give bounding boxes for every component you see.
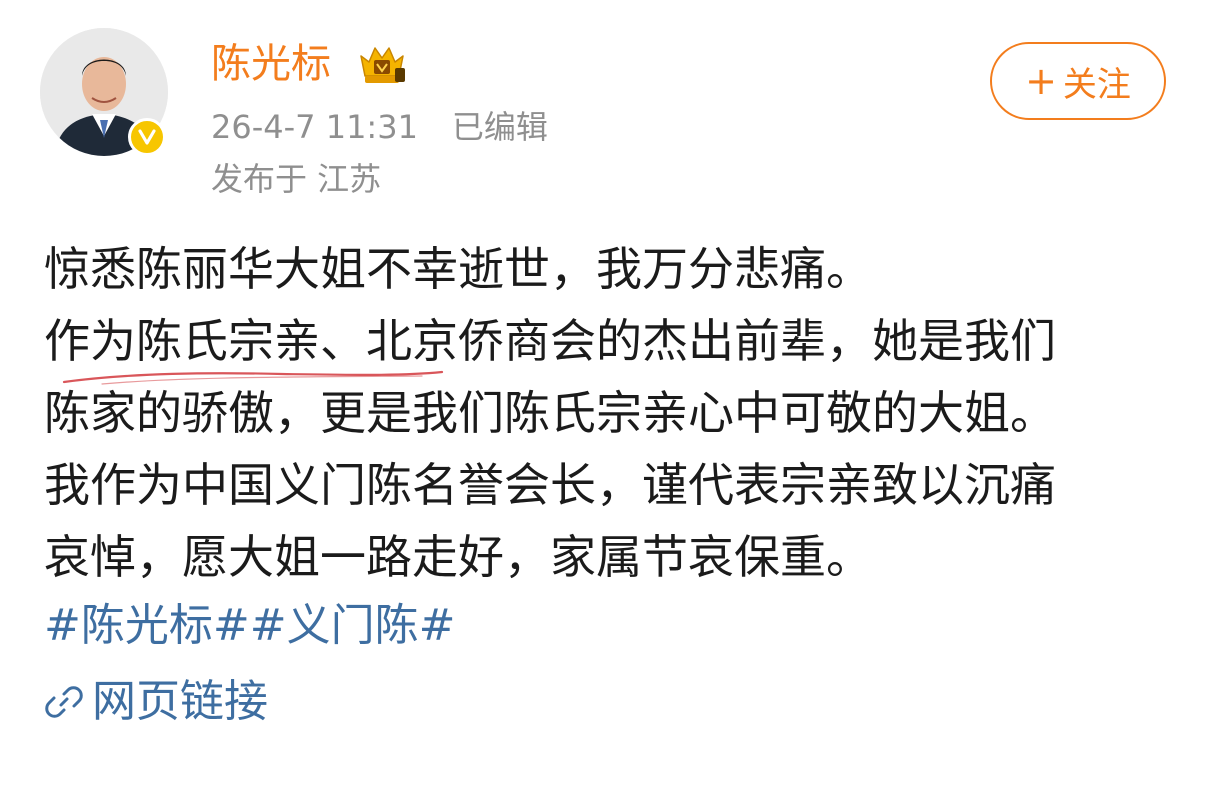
content-line: 哀悼，愿大姐一路走好，家属节哀保重。 bbox=[44, 530, 872, 584]
content-line: 我作为中国义门陈名誉会长，谨代表宗亲致以沉痛 bbox=[44, 458, 1056, 512]
content-line: 陈家的骄傲，更是我们陈氏宗亲心中可敬的大姐。 bbox=[44, 386, 1056, 440]
weibo-post: 陈光标 26-4-7 11:31 已编辑 发布于 江苏 + 关注 惊悉陈丽华大姐不… bbox=[0, 0, 1208, 788]
username[interactable]: 陈光标 bbox=[211, 36, 331, 92]
hashtag-link[interactable]: #陈光标# bbox=[44, 600, 250, 651]
post-meta: 26-4-7 11:31 已编辑 bbox=[211, 104, 548, 150]
plus-icon: + bbox=[1025, 59, 1057, 103]
content-line: 作为陈氏宗亲、北京侨商会的杰出前辈，她是我们 bbox=[44, 314, 1056, 368]
edited-label[interactable]: 已编辑 bbox=[452, 108, 548, 146]
handwritten-underline bbox=[62, 370, 444, 385]
verified-badge-icon bbox=[128, 118, 166, 156]
link-icon bbox=[45, 686, 83, 718]
post-timestamp: 26-4-7 11:31 bbox=[211, 108, 418, 146]
follow-button[interactable]: + 关注 bbox=[990, 42, 1166, 120]
hashtag-link[interactable]: #义门陈# bbox=[250, 600, 456, 651]
hashtag-list: #陈光标##义门陈# bbox=[44, 598, 455, 654]
content-line: 惊悉陈丽华大姐不幸逝世，我万分悲痛。 bbox=[44, 242, 872, 296]
web-link-label: 网页链接 bbox=[92, 676, 268, 727]
follow-label: 关注 bbox=[1062, 64, 1131, 105]
vip-crown-icon[interactable] bbox=[355, 42, 409, 86]
post-content: 惊悉陈丽华大姐不幸逝世，我万分悲痛。 作为陈氏宗亲、北京侨商会的杰出前辈，她是我… bbox=[44, 242, 1174, 584]
post-location: 发布于 江苏 bbox=[211, 160, 382, 198]
web-link[interactable]: 网页链接 bbox=[44, 674, 268, 730]
